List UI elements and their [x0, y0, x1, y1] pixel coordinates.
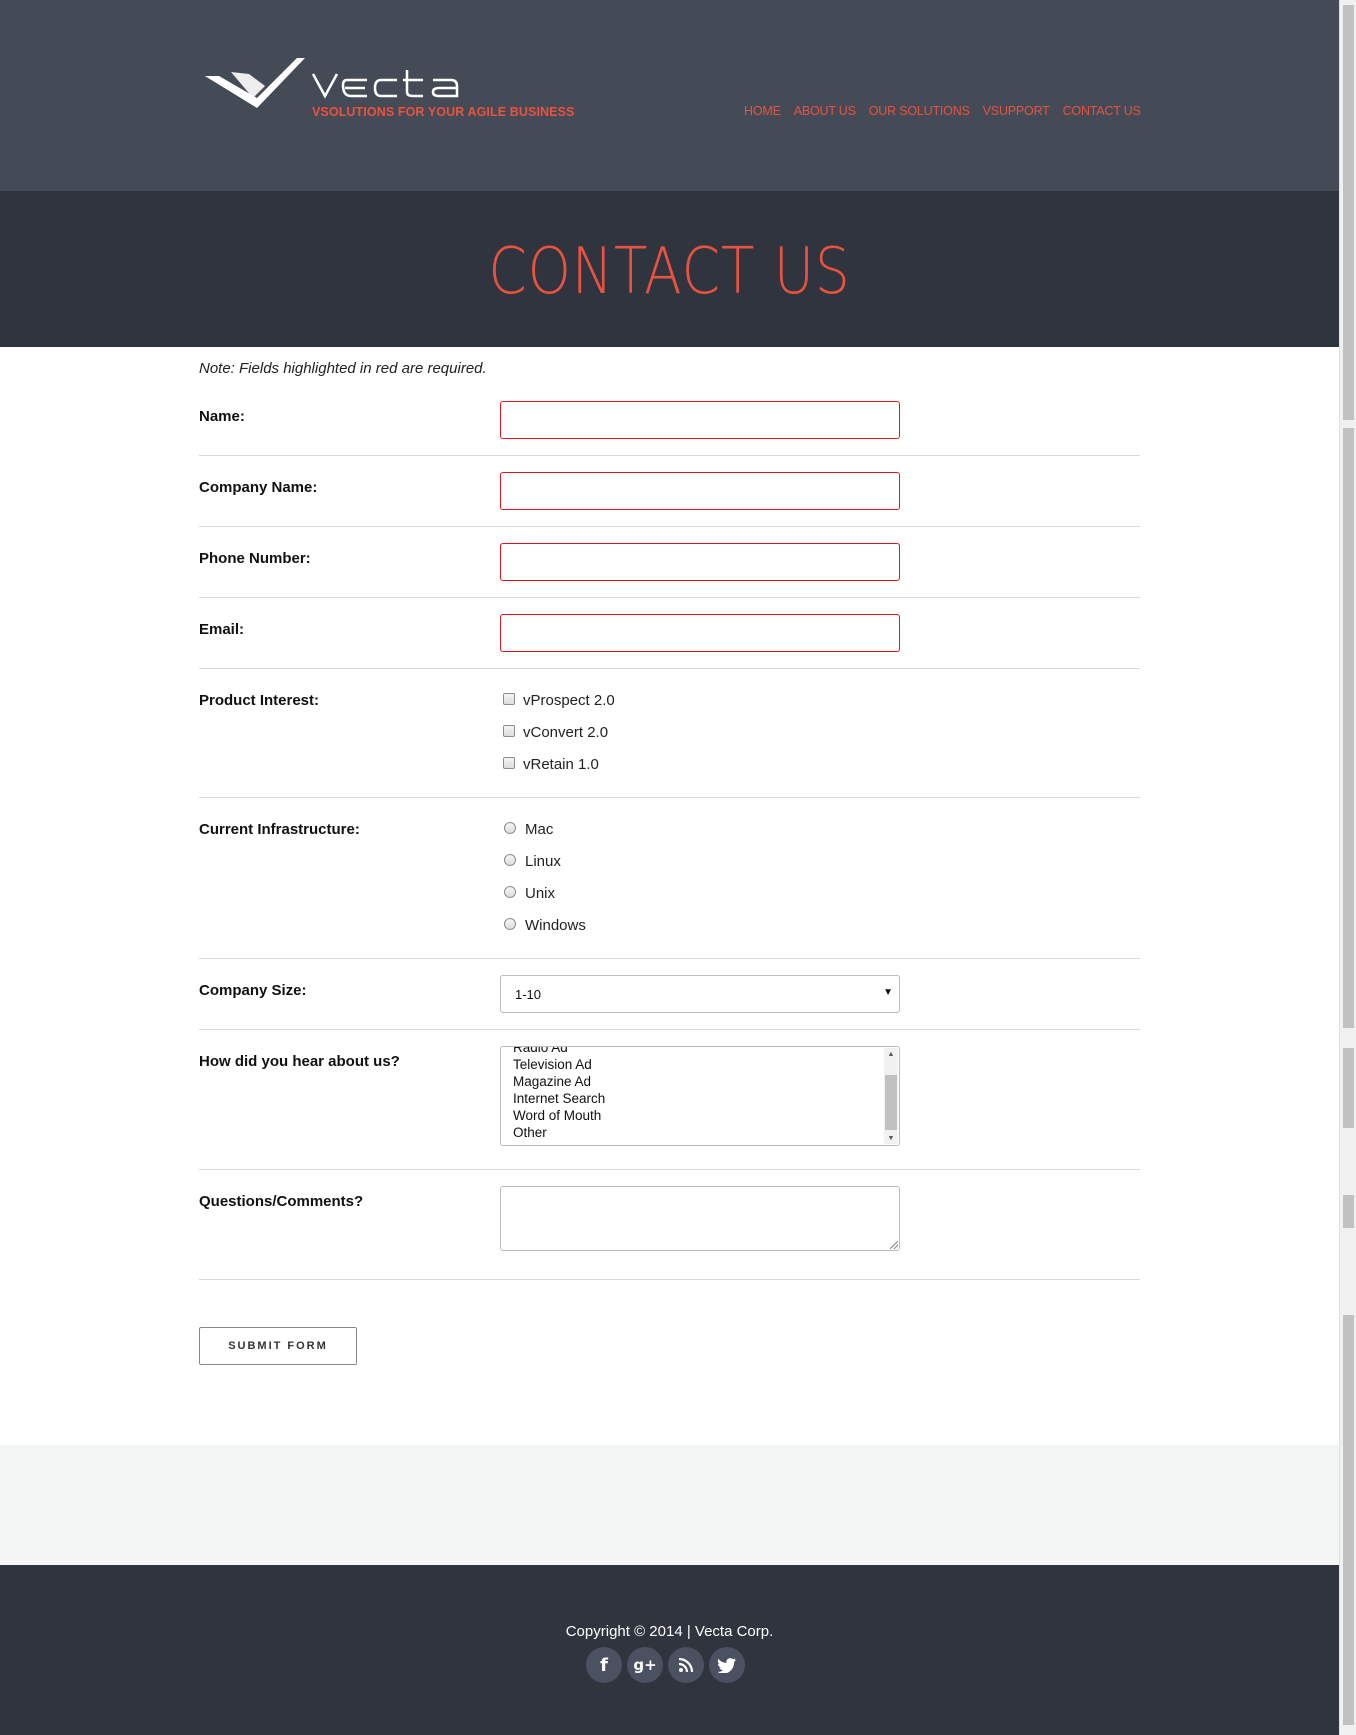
scrollbar-segment — [1343, 428, 1354, 1028]
comments-textarea[interactable] — [500, 1186, 900, 1251]
name-input[interactable] — [500, 401, 900, 439]
checkbox[interactable] — [503, 725, 515, 737]
page-scrollbar[interactable] — [1339, 0, 1356, 1735]
phone-label: Phone Number: — [199, 550, 311, 567]
radio-button[interactable] — [504, 885, 516, 898]
required-note: Note: Fields highlighted in red are requ… — [199, 360, 487, 377]
selected-value: 1-10 — [515, 987, 542, 1002]
radio-button[interactable] — [504, 821, 516, 834]
comments-row: Questions/Comments? — [199, 1170, 1140, 1280]
email-label: Email: — [199, 621, 245, 638]
dropdown-arrow-icon: ▼ — [883, 987, 893, 998]
list-option[interactable]: Radio Ad — [513, 1047, 605, 1056]
company-name-input[interactable] — [500, 472, 900, 510]
product-option[interactable]: vProspect 2.0 — [500, 684, 615, 716]
scroll-down-icon[interactable]: ▼ — [884, 1135, 898, 1142]
nav-contact-us[interactable]: CONTACT US — [1063, 104, 1141, 118]
twitter-icon[interactable] — [709, 1647, 745, 1683]
scrollbar-segment — [1343, 1315, 1354, 1725]
google-plus-icon[interactable]: g+ — [627, 1647, 663, 1683]
page-title: CONTACT US — [488, 235, 851, 309]
infrastructure-option[interactable]: Windows — [500, 909, 586, 941]
main-nav: HOME ABOUT US OUR SOLUTIONS VSUPPORT CON… — [744, 104, 1141, 118]
tagline: VSOLUTIONS FOR YOUR AGILE BUSINESS — [312, 105, 575, 119]
list-option[interactable]: Television Ad — [513, 1056, 605, 1073]
vecta-wordmark — [311, 70, 459, 99]
radio-button[interactable] — [504, 917, 516, 930]
comments-label: Questions/Comments? — [199, 1193, 364, 1210]
name-label: Name: — [199, 408, 245, 425]
referral-listbox[interactable]: Radio Ad Television Ad Magazine Ad Inter… — [500, 1046, 900, 1146]
referral-label: How did you hear about us? — [199, 1053, 400, 1070]
infrastructure-radio-group: Mac Linux Unix Windows — [500, 813, 586, 941]
resize-grip-icon[interactable] — [890, 1241, 898, 1249]
scroll-thumb[interactable] — [885, 1075, 897, 1130]
social-links: f g+ — [586, 1647, 745, 1683]
list-option[interactable]: Word of Mouth — [513, 1107, 605, 1124]
name-row: Name: — [199, 400, 1140, 456]
vecta-checkmark-icon — [205, 58, 305, 108]
listbox-scrollbar[interactable]: ▲ ▼ — [884, 1048, 898, 1144]
list-option[interactable]: Internet Search — [513, 1090, 605, 1107]
phone-row: Phone Number: — [199, 527, 1140, 598]
infrastructure-label: Current Infrastructure: — [199, 821, 360, 838]
submit-form-button[interactable]: SUBMIT FORM — [199, 1327, 357, 1365]
company-row: Company Name: — [199, 456, 1140, 527]
company-size-select[interactable]: 1-10 ▼ — [500, 975, 900, 1013]
scrollbar-segment — [1343, 1048, 1354, 1128]
checkbox[interactable] — [503, 693, 515, 705]
scroll-up-icon[interactable]: ▲ — [884, 1051, 898, 1058]
nav-about-us[interactable]: ABOUT US — [794, 104, 856, 118]
page: VSOLUTIONS FOR YOUR AGILE BUSINESS HOME … — [0, 0, 1339, 1735]
product-checkbox-group: vProspect 2.0 vConvert 2.0 vRetain 1.0 — [500, 684, 615, 780]
prefooter — [0, 1445, 1339, 1565]
product-option[interactable]: vRetain 1.0 — [500, 748, 615, 780]
company-size-label: Company Size: — [199, 982, 307, 999]
phone-number-input[interactable] — [500, 543, 900, 581]
product-option[interactable]: vConvert 2.0 — [500, 716, 615, 748]
company-label: Company Name: — [199, 479, 318, 496]
referral-row: How did you hear about us? Radio Ad Tele… — [199, 1030, 1140, 1170]
page-banner: CONTACT US — [0, 191, 1339, 347]
list-option[interactable]: Other — [513, 1124, 605, 1141]
scrollbar-thumb[interactable] — [1343, 5, 1354, 420]
email-row: Email: — [199, 598, 1140, 669]
copyright: Copyright © 2014 | Vecta Corp. — [565, 1623, 774, 1640]
site-header: VSOLUTIONS FOR YOUR AGILE BUSINESS HOME … — [0, 0, 1339, 191]
site-footer: Copyright © 2014 | Vecta Corp. f g+ — [0, 1565, 1339, 1735]
listbox-items: Radio Ad Television Ad Magazine Ad Inter… — [513, 1047, 605, 1141]
infrastructure-row: Current Infrastructure: Mac Linux Unix W… — [199, 798, 1140, 959]
infrastructure-option[interactable]: Unix — [500, 877, 586, 909]
nav-our-solutions[interactable]: OUR SOLUTIONS — [869, 104, 970, 118]
rss-icon[interactable] — [668, 1647, 704, 1683]
product-interest-label: Product Interest: — [199, 692, 320, 709]
company-size-row: Company Size: 1-10 ▼ — [199, 959, 1140, 1030]
vecta-logo[interactable]: VSOLUTIONS FOR YOUR AGILE BUSINESS — [205, 58, 574, 128]
facebook-icon[interactable]: f — [586, 1647, 622, 1683]
infrastructure-option[interactable]: Linux — [500, 845, 586, 877]
infrastructure-option[interactable]: Mac — [500, 813, 586, 845]
scrollbar-segment — [1343, 1195, 1354, 1228]
email-input[interactable] — [500, 614, 900, 652]
list-option[interactable]: Magazine Ad — [513, 1073, 605, 1090]
nav-vsupport[interactable]: VSUPPORT — [983, 104, 1050, 118]
nav-home[interactable]: HOME — [744, 104, 781, 118]
radio-button[interactable] — [504, 853, 516, 866]
product-interest-row: Product Interest: vProspect 2.0 vConvert… — [199, 669, 1140, 798]
checkbox[interactable] — [503, 757, 515, 769]
